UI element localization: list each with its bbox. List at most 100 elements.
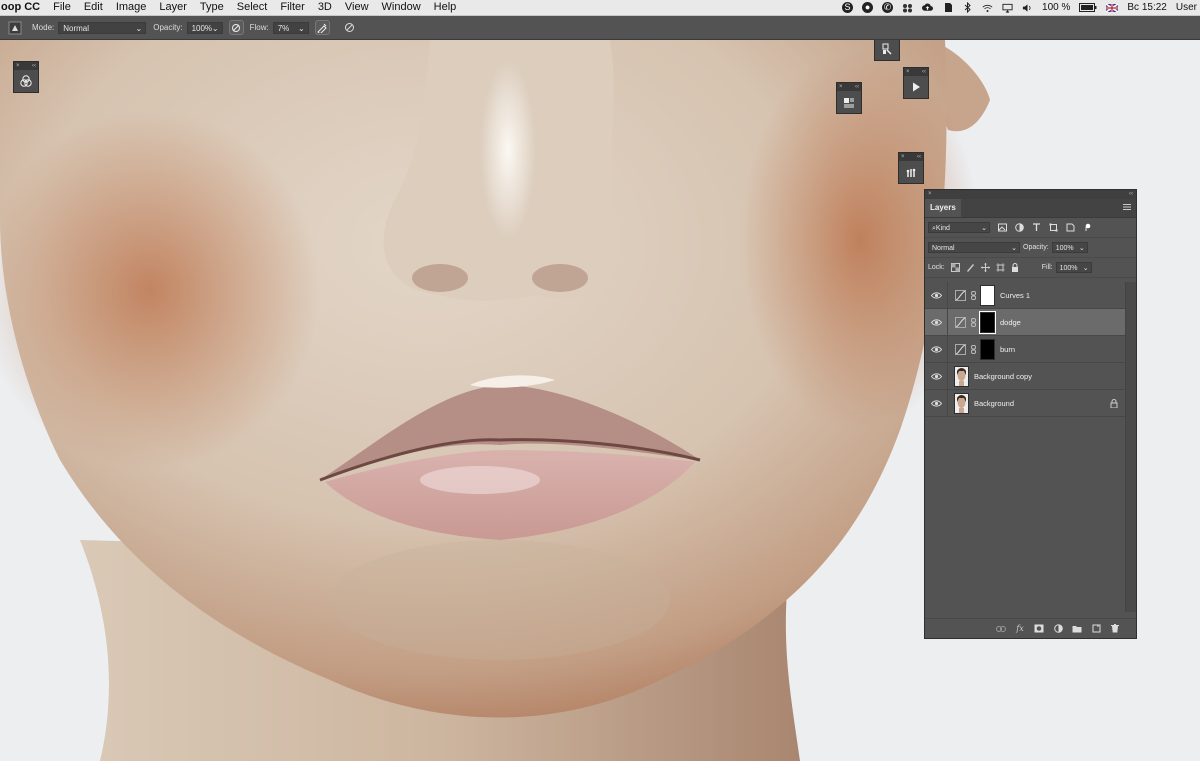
lock-image-pixels-icon[interactable] (966, 263, 975, 272)
size-pressure-button[interactable] (342, 20, 357, 35)
floating-panel-properties[interactable]: × ‹‹ (836, 82, 862, 114)
volume-icon[interactable] (1022, 2, 1033, 13)
filter-type-icon[interactable] (1032, 223, 1041, 232)
filter-shape-icon[interactable] (1049, 223, 1058, 232)
chain-link-icon[interactable] (970, 344, 976, 354)
clock[interactable]: Вс 15:22 (1127, 0, 1166, 15)
menu-edit[interactable]: Edit (84, 0, 103, 15)
lock-artboard-icon[interactable] (995, 263, 1005, 272)
filter-pixel-icon[interactable] (998, 223, 1007, 232)
new-layer-icon[interactable] (1091, 624, 1101, 634)
input-source-flag-icon[interactable] (1106, 2, 1119, 13)
layer-thumbnail[interactable] (954, 392, 969, 414)
filter-kind-dropdown[interactable]: ⌕Kind ⌄ (928, 222, 990, 233)
skype-icon[interactable]: S (842, 2, 854, 13)
curves-adjustment-icon[interactable] (955, 316, 966, 328)
visibility-eye-icon[interactable] (925, 291, 947, 299)
layer-name[interactable]: Background copy (974, 372, 1032, 381)
collapse-icon[interactable]: ‹‹ (1129, 190, 1133, 199)
flow-field[interactable]: 7% ⌄ (272, 21, 309, 34)
menu-help[interactable]: Help (434, 0, 457, 15)
layer-mask-thumbnail[interactable] (980, 284, 995, 306)
opacity-pressure-button[interactable] (228, 20, 244, 35)
layer-opacity-field[interactable]: 100% ⌄ (1051, 242, 1088, 253)
collapse-icon[interactable]: ‹‹ (855, 83, 859, 91)
layers-scrollbar[interactable] (1125, 282, 1136, 612)
new-group-folder-icon[interactable] (1072, 624, 1082, 634)
visibility-eye-icon[interactable] (925, 372, 947, 380)
layer-mask-thumbnail[interactable] (980, 338, 995, 360)
close-icon[interactable]: × (16, 62, 20, 70)
new-adjustment-icon[interactable] (1053, 624, 1063, 634)
menu-layer[interactable]: Layer (159, 0, 187, 15)
chain-link-icon[interactable] (970, 317, 976, 327)
blend-mode-dropdown[interactable]: Normal ⌄ (928, 242, 1020, 253)
floating-panel-brush-settings[interactable]: × ‹‹ (898, 152, 924, 184)
curves-adjustment-icon[interactable] (955, 343, 966, 355)
color-swatches-button[interactable] (14, 70, 38, 92)
visibility-eye-icon[interactable] (925, 345, 947, 353)
visibility-eye-icon[interactable] (925, 318, 947, 326)
layer-name[interactable]: Curves 1 (1000, 291, 1030, 300)
cloud-upload-icon[interactable] (922, 2, 934, 13)
delete-layer-trash-icon[interactable] (1110, 624, 1120, 634)
layer-row-burn[interactable]: burn (925, 335, 1127, 363)
layer-row-background-copy[interactable]: Background copy (925, 362, 1127, 390)
menu-type[interactable]: Type (200, 0, 224, 15)
layer-row-background[interactable]: Background (925, 389, 1127, 417)
wifi-icon[interactable] (982, 2, 993, 13)
collapse-icon[interactable]: ‹‹ (922, 68, 926, 76)
chain-link-icon[interactable] (970, 290, 976, 300)
menu-select[interactable]: Select (237, 0, 268, 15)
brush-settings-button[interactable] (899, 161, 923, 183)
sync-icon[interactable] (902, 2, 913, 13)
fx-icon[interactable]: fx (1015, 624, 1025, 634)
close-icon[interactable]: × (839, 83, 843, 91)
filter-smart-object-icon[interactable] (1066, 223, 1075, 232)
menu-file[interactable]: File (53, 0, 71, 15)
lock-transparency-icon[interactable] (950, 263, 960, 272)
properties-button[interactable] (837, 91, 861, 113)
link-layers-icon[interactable] (996, 624, 1006, 634)
airbrush-button[interactable] (314, 20, 330, 35)
floating-panel-actions[interactable]: × ‹‹ (903, 67, 929, 99)
collapse-icon[interactable]: ‹‹ (32, 62, 36, 70)
opacity-field[interactable]: 100% ⌄ (186, 21, 223, 34)
evernote-icon[interactable] (942, 2, 953, 13)
tool-preset-picker[interactable] (6, 19, 24, 37)
menu-view[interactable]: View (345, 0, 369, 15)
layer-row-dodge[interactable]: dodge (925, 308, 1127, 336)
close-icon[interactable]: × (928, 190, 932, 199)
fill-field[interactable]: 100% ⌄ (1055, 262, 1092, 273)
layer-thumbnail[interactable] (954, 365, 969, 387)
layer-row-curves-1[interactable]: Curves 1 (925, 281, 1127, 309)
history-button[interactable] (875, 38, 899, 60)
layer-name[interactable]: Background (974, 399, 1014, 408)
panel-menu-icon[interactable] (1123, 203, 1131, 211)
viber-icon[interactable]: ✆ (882, 2, 894, 13)
filter-toggle-icon[interactable] (1083, 223, 1092, 232)
lock-icon[interactable] (1110, 399, 1118, 409)
actions-play-button[interactable] (904, 76, 928, 98)
collapse-icon[interactable]: ‹‹ (917, 153, 921, 161)
menu-3d[interactable]: 3D (318, 0, 332, 15)
layer-name[interactable]: dodge (1000, 318, 1021, 327)
user-name[interactable]: User (1176, 0, 1197, 15)
bluetooth-icon[interactable] (962, 2, 973, 13)
close-icon[interactable]: × (901, 153, 905, 161)
mode-dropdown[interactable]: Normal ⌄ (58, 21, 147, 34)
menu-image[interactable]: Image (116, 0, 147, 15)
lock-all-icon[interactable] (1011, 263, 1020, 272)
app-status-icon[interactable]: ● (862, 2, 874, 13)
curves-adjustment-icon[interactable] (955, 289, 966, 301)
filter-adjustment-icon[interactable] (1015, 223, 1024, 232)
battery-icon[interactable] (1079, 2, 1097, 13)
menu-window[interactable]: Window (382, 0, 421, 15)
floating-panel-color[interactable]: × ‹‹ (13, 61, 39, 93)
layer-name[interactable]: burn (1000, 345, 1015, 354)
layer-mask-thumbnail[interactable] (979, 310, 996, 334)
add-mask-icon[interactable] (1034, 624, 1044, 634)
tab-layers[interactable]: Layers (925, 199, 961, 217)
app-name-menu[interactable]: oop CC (0, 0, 40, 15)
airplay-icon[interactable] (1002, 2, 1013, 13)
